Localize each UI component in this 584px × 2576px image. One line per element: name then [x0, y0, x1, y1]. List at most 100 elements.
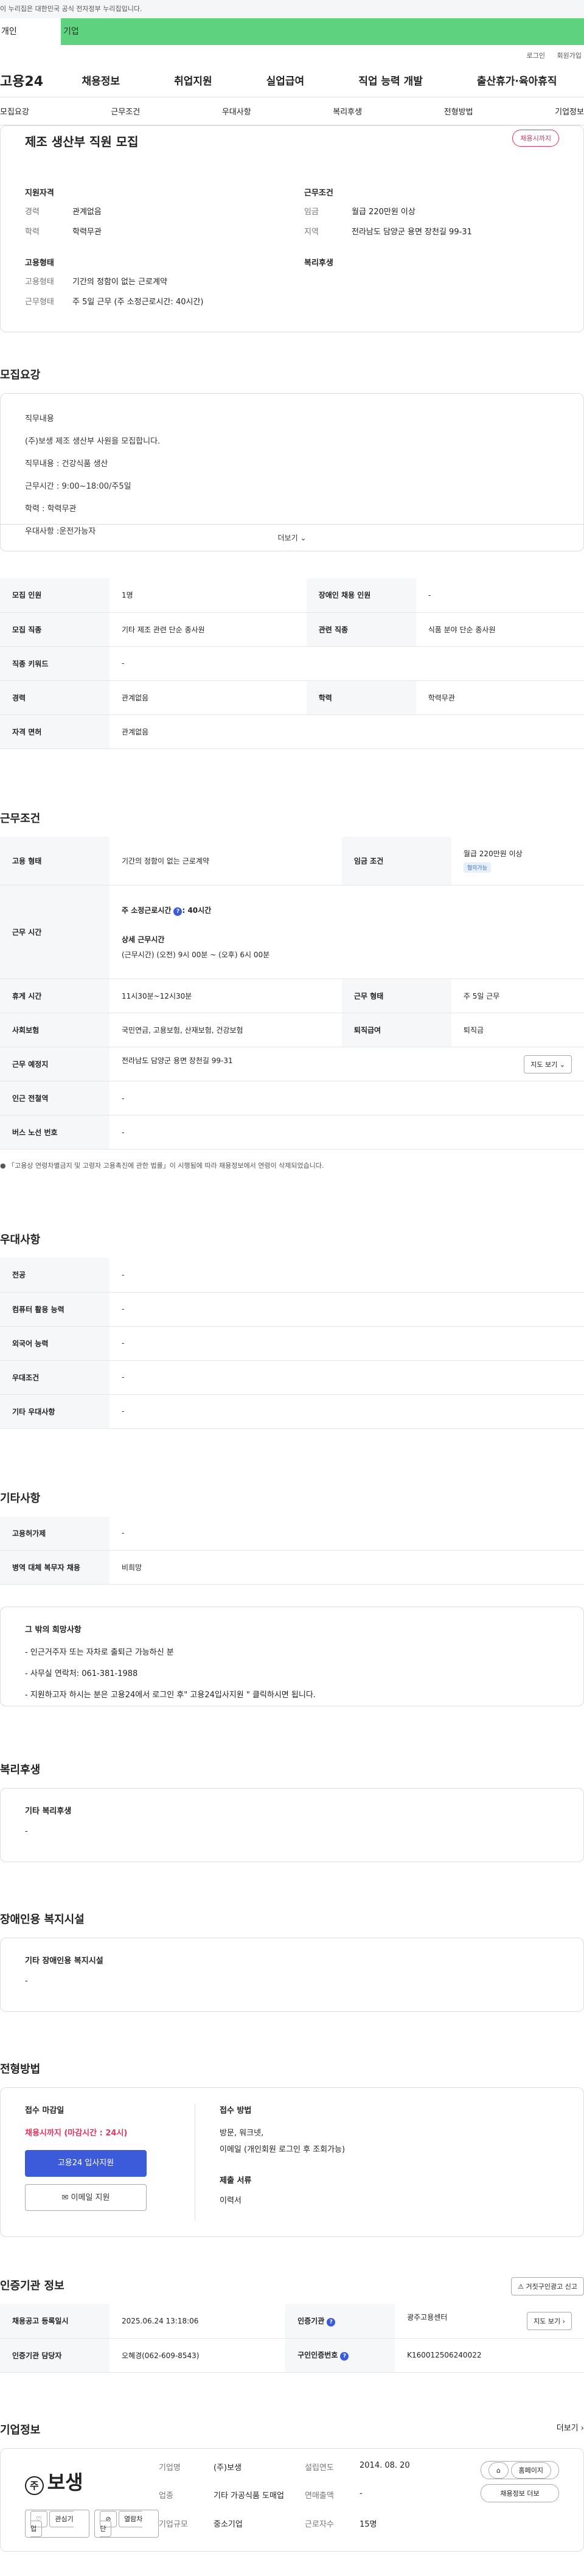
info-value: 15명 — [360, 2519, 377, 2529]
help-icon[interactable]: ? — [327, 2317, 336, 2326]
work-place: 전라남도 담양군 용면 장천길 99-31 — [122, 1056, 233, 1065]
job-title: 제조 생산부 직원 모집 — [25, 134, 139, 149]
table-row: 인근 전철역 - — [0, 1081, 584, 1115]
email-apply-button[interactable]: ✉ 이메일 지원 — [25, 2184, 147, 2211]
info-key: 기업명 — [159, 2463, 181, 2473]
company-jobs-button[interactable]: 채용정보 더보 — [481, 2484, 559, 2502]
desc-line: 직무내용 — [25, 414, 54, 424]
table-cell: 학력무관 — [415, 680, 584, 715]
method-line: 방문, 워크넷, — [220, 2129, 264, 2138]
gnb-unemployment[interactable]: 실업급여 — [266, 72, 305, 88]
etc-line: - 지원하고자 하시는 분은 고용24에서 로그인 후" 고용24입사지원 " … — [25, 1691, 316, 1700]
table-row: 우대조건 - — [0, 1360, 584, 1395]
agency-map-button[interactable]: 지도 보기 › — [527, 2311, 572, 2330]
table-cell: 경력 — [0, 680, 109, 715]
table-cell: 인근 전철역 — [0, 1081, 109, 1115]
report-button[interactable]: ⚠ 거짓구인광고 신고 — [511, 2277, 584, 2295]
anchor-pref[interactable]: 우대사항 — [222, 105, 251, 117]
kv-key: 경력 — [25, 208, 40, 217]
table-row: 버스 노선 번호 - — [0, 1115, 584, 1150]
apply-button[interactable]: 고용24 입사지원 — [25, 2150, 147, 2177]
table-cell: 관계없음 — [109, 680, 307, 715]
table-cell: - — [109, 1292, 584, 1327]
table-cell: 비희망 — [109, 1550, 584, 1585]
anchor-selection[interactable]: 전형방법 — [444, 105, 473, 117]
anchor-recruit[interactable]: 모집요강 — [0, 105, 29, 117]
method-title: 접수 방법 — [220, 2106, 252, 2115]
block-company-button[interactable]: ⊘ 열람차단 — [94, 2509, 159, 2538]
table-cell: 휴게 시간 — [0, 979, 109, 1013]
negotiable-badge: 협의가능 — [463, 862, 492, 873]
table-cell: 고용 형태 — [0, 836, 109, 885]
section-etc-title: 기타사항 — [0, 1492, 41, 1505]
help-icon[interactable]: ? — [340, 2352, 349, 2361]
section-welfare-title: 복리후생 — [0, 1764, 41, 1776]
table-cell: 1명 — [109, 578, 307, 613]
join-link[interactable]: 회원가입 — [557, 52, 582, 60]
info-key: 연매출액 — [305, 2491, 334, 2501]
tab-company[interactable]: 기업 — [61, 18, 584, 45]
table-cell: 퇴직급여 — [341, 1013, 451, 1047]
table-cell: 컴퓨터 활용 능력 — [0, 1292, 109, 1327]
table-cell: 인증기관? — [285, 2304, 395, 2339]
selection-box: 접수 마감일 채용시까지 (마감시간 : 24시) 고용24 입사지원 ✉ 이메… — [0, 2087, 584, 2237]
etc-table: 고용허가제 - 병역 대체 복무자 채용 비희망 — [0, 1516, 584, 1585]
agency-table: 채용공고 등록일시 2025.06.24 13:18:06 인증기관? 광주고용센터 지… — [0, 2304, 584, 2373]
table-cell: - — [109, 646, 584, 681]
gnb-leave[interactable]: 출산휴가·육아휴직 — [477, 72, 557, 88]
kv-key: 지역 — [304, 228, 319, 237]
table-cell: 기타 우대사항 — [0, 1394, 109, 1429]
table-cell: - — [109, 1115, 584, 1150]
work-table: 고용 형태 기간의 정함이 없는 근로계약 임금 조건 월급 220만원 이상 협… — [0, 836, 584, 1150]
kv-value: 주 5일 근무 (주 소정근로시간: 40시간) — [72, 298, 204, 307]
hours-detail: (근무시간) (오전) 9시 00분 ~ (오후) 6시 00분 — [122, 950, 270, 959]
table-cell: 학력 — [306, 680, 416, 715]
company-logo: 주 보생 — [25, 2467, 159, 2495]
tab-personal[interactable]: 개인 — [0, 18, 61, 45]
section-agency-title: 인증기관 정보 ⚠ 거짓구인광고 신고 — [0, 2277, 584, 2295]
deadline-badge: 채용시까지 — [512, 130, 559, 147]
table-cell: 자격 면허 — [0, 714, 109, 749]
home-icon: ⌂ — [488, 2462, 509, 2479]
site-logo[interactable]: 고용24 — [0, 71, 55, 90]
table-cell: - — [109, 1360, 584, 1395]
section-recruit-title: 모집요강 — [0, 369, 41, 382]
table-cell: 근무 시간 — [0, 885, 109, 979]
desc-line: 근무시간 : 9:00~18:00/주5일 — [25, 482, 131, 491]
company-more-link[interactable]: 더보기 › — [557, 2421, 584, 2433]
table-cell: 외국어 능력 — [0, 1326, 109, 1361]
info-key: 업종 — [159, 2491, 173, 2501]
table-cell: 채용공고 등록일시 — [0, 2304, 109, 2339]
table-row: 직종 키워드 - — [0, 646, 584, 681]
summary-card: 제조 생산부 직원 모집 채용시까지 지원자격 경력 관계없음 학력 학력무관 근무… — [0, 125, 584, 332]
table-row: 인증기관 담당자 오혜경(062-609-8543) 구인인증번호? K1600125… — [0, 2338, 584, 2373]
favorite-company-button[interactable]: ♡ 관심기업 — [25, 2509, 90, 2538]
map-button[interactable]: 지도 보기 ⌄ — [524, 1055, 572, 1073]
table-cell: 근무 예정지 — [0, 1047, 109, 1081]
section-company-title: 기업정보 더보기 › — [0, 2421, 584, 2437]
etc-line: - 인근거주자 또는 자차로 출퇴근 가능하신 분 — [25, 1648, 174, 1657]
table-cell: 기타 제조 관련 단순 종사원 — [109, 612, 307, 647]
kv-value: 월급 220만원 이상 — [352, 208, 415, 217]
anchor-welfare[interactable]: 복리후생 — [333, 105, 362, 117]
gnb-employment-support[interactable]: 취업지원 — [174, 72, 212, 88]
more-button[interactable]: 더보기 ⌄ — [1, 524, 583, 551]
gnb-jobs[interactable]: 채용정보 — [82, 72, 120, 88]
table-cell: 우대조건 — [0, 1360, 109, 1395]
table-row: 경력 관계없음 학력 학력무관 — [0, 680, 584, 715]
anchor-company[interactable]: 기업정보 — [555, 105, 584, 117]
table-cell: 기간의 정함이 없는 근로계약 — [109, 836, 342, 885]
gnb-training[interactable]: 직업 능력 개발 — [358, 72, 423, 88]
help-icon[interactable]: ? — [173, 907, 182, 916]
homepage-button[interactable]: ⌂ 홈페이지 — [481, 2460, 559, 2479]
table-cell: 주 5일 근무 — [451, 979, 584, 1013]
table-cell: 임금 조건 — [341, 836, 451, 885]
table-cell: 광주고용센터 지도 보기 › — [395, 2304, 584, 2339]
anchor-work[interactable]: 근무조건 — [111, 105, 140, 117]
table-cell: 관련 직종 — [306, 612, 416, 647]
table-cell: 오혜경(062-609-8543) — [109, 2338, 286, 2373]
kv-value: 관계없음 — [72, 208, 102, 217]
welfare-box-value: - — [25, 1827, 28, 1836]
table-cell: 사회보험 — [0, 1013, 109, 1047]
login-link[interactable]: 로그인 — [527, 52, 545, 60]
